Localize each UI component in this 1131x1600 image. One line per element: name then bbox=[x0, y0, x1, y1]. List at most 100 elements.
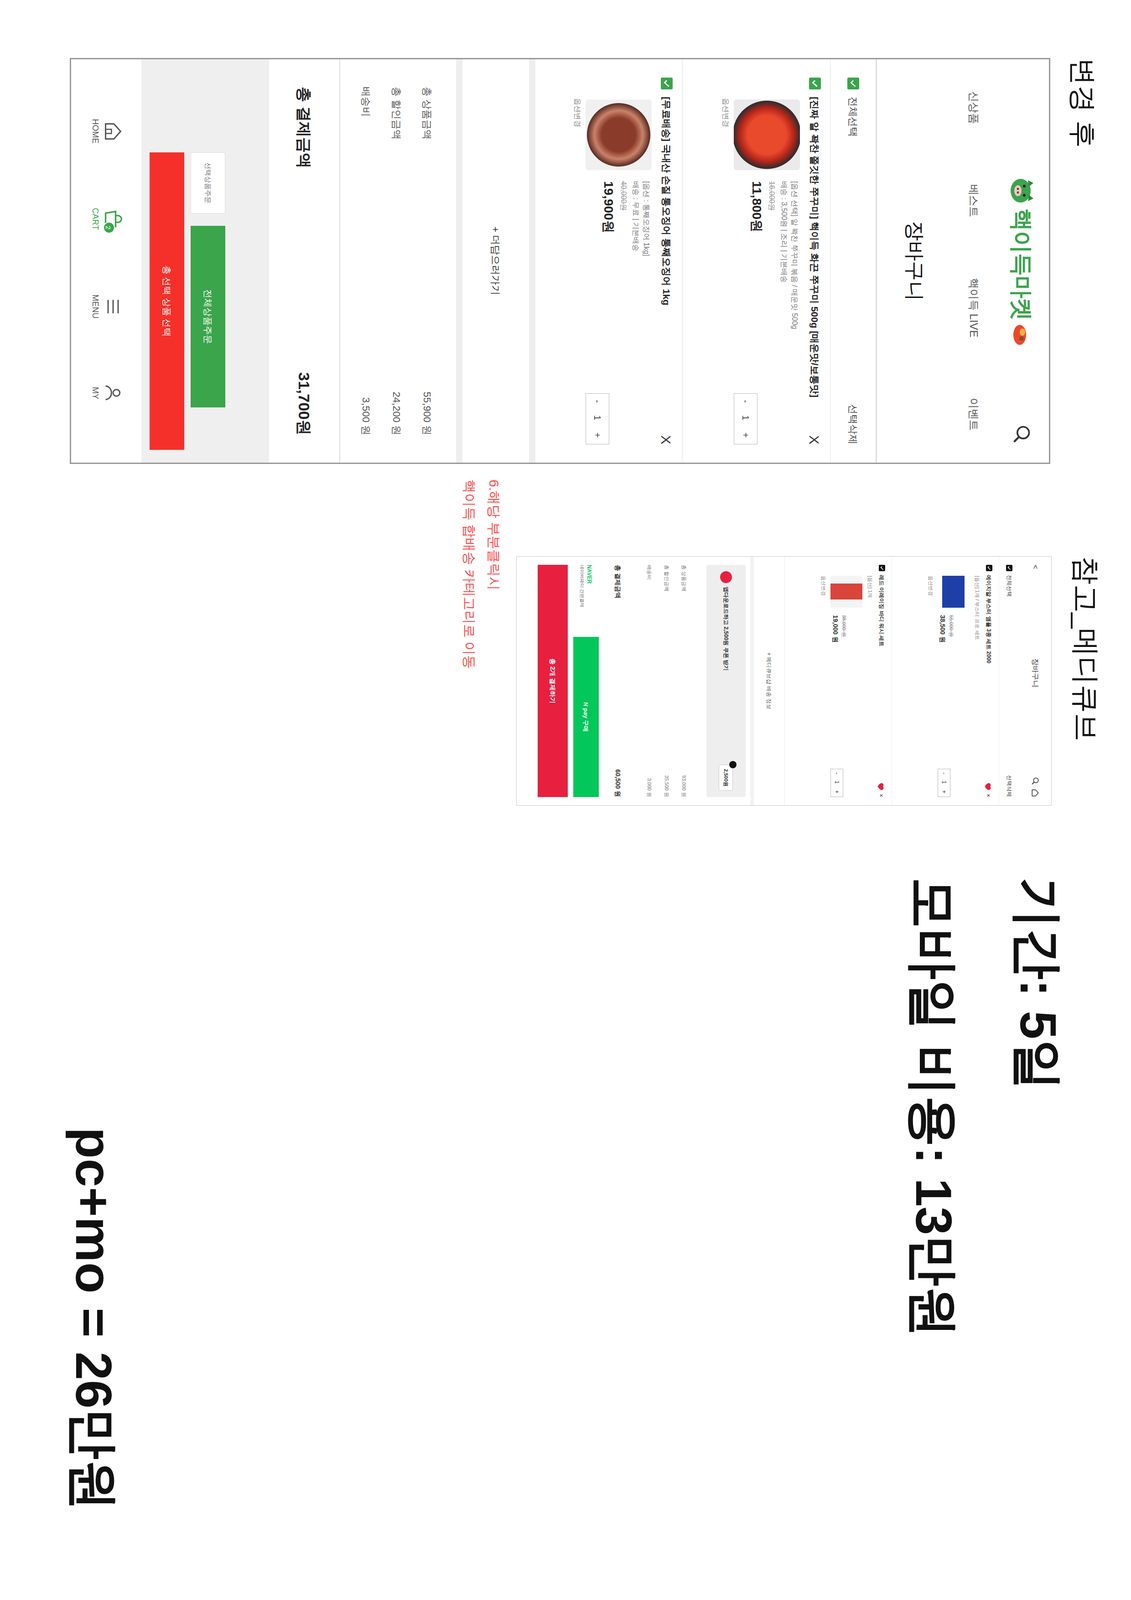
select-all-label[interactable]: 전체선택 bbox=[1005, 574, 1014, 597]
nav-item[interactable]: 신상품 bbox=[965, 91, 982, 125]
item-title: 레드 이레이징 바디 워시 세트 bbox=[877, 574, 885, 779]
change-option-button[interactable]: 옵션변경 bbox=[720, 98, 732, 445]
item-body: [옵션 선택] 알 꽉찬 쭈꾸미 볶음 / 매운맛 500g배송 : 3,500… bbox=[733, 77, 800, 445]
remove-button[interactable]: × bbox=[984, 793, 993, 797]
document-canvas: 변경 후핵이득마켓신상품베스트핵이득 LIVE이벤트장바구니전체선택선택삭제[진… bbox=[0, 0, 1131, 1600]
period-text: 기간: 5일 bbox=[1008, 876, 1068, 1600]
summary-row: 총 상품금액93,000 원 bbox=[675, 564, 693, 797]
tab-label: MY bbox=[89, 386, 102, 400]
summary-row: 배송비3,500 원 bbox=[350, 86, 382, 436]
quantity: 1 bbox=[590, 415, 605, 421]
product-photo bbox=[937, 575, 970, 608]
combined-shipping-button[interactable]: 총 선택 상품 선택 bbox=[149, 152, 185, 450]
nav-item[interactable]: 핵이득 LIVE bbox=[965, 277, 982, 338]
logo[interactable]: 핵이득마켓 bbox=[1004, 176, 1039, 346]
back-button[interactable]: < bbox=[1029, 564, 1041, 569]
checkbox[interactable] bbox=[809, 77, 821, 90]
person-icon bbox=[103, 382, 124, 403]
mobile-cart-mockup: 핵이득마켓신상품베스트핵이득 LIVE이벤트장바구니전체선택선택삭제[진짜 알 … bbox=[69, 57, 1051, 464]
cart-item: 레드 이레이징 바디 워시 세트×[옵션] 1개38,000 원19,000 원… bbox=[784, 556, 892, 805]
mobile-cost-text: 모바일 비용: 13만원 bbox=[903, 876, 963, 1600]
cart-item: [무료배송] 국내산 손질 통오징어 통째오징어 1kg X [옵션 : 통째오징어… bbox=[529, 59, 682, 463]
coupon-amount: 2,500원 bbox=[723, 768, 729, 787]
wish-heart-icon[interactable] bbox=[984, 782, 993, 790]
plus-button[interactable]: + bbox=[939, 789, 949, 794]
checkbox[interactable] bbox=[660, 77, 673, 90]
total-value: 60,500 원 bbox=[612, 768, 623, 797]
tab-label: HOME bbox=[89, 119, 102, 144]
remove-button[interactable]: X bbox=[807, 435, 821, 445]
food-logo-icon bbox=[1012, 323, 1031, 346]
item-head: 레드 이레이징 바디 워시 세트 × bbox=[876, 564, 886, 797]
naver-pay-button[interactable]: N pay 구매 bbox=[573, 636, 599, 797]
tab-label: MENU bbox=[89, 294, 102, 319]
minus-button[interactable]: - bbox=[939, 772, 949, 774]
order-selected-button[interactable]: 선택상품주문 bbox=[190, 152, 226, 214]
change-option-button[interactable]: 옵션변경 bbox=[819, 575, 827, 797]
quantity-stepper: - 1 + bbox=[830, 768, 844, 797]
item-title: [무료배송] 국내산 손질 통오징어 통째오징어 1kg bbox=[659, 96, 673, 425]
item-details: [옵션 : 통째오징어 1kg]배송 : 무료 | 기본배송40,000원19,… bbox=[585, 181, 652, 383]
item-price: 11,800원 bbox=[747, 181, 767, 383]
minus-button[interactable]: - bbox=[590, 399, 605, 403]
delete-selected-button[interactable]: 선택삭제 bbox=[1005, 774, 1014, 797]
coupon-box[interactable]: 앱다운로드하고 2,500원 쿠폰 받기2,500원 bbox=[706, 564, 746, 797]
delete-selected-button[interactable]: 선택삭제 bbox=[845, 404, 862, 445]
item-detail: [옵션 선택] 알 꽉찬 쭈꾸미 볶음 / 매운맛 500g bbox=[789, 181, 800, 383]
checkbox[interactable] bbox=[878, 564, 886, 571]
summary-label: 배송비 bbox=[645, 564, 654, 580]
minus-button[interactable]: - bbox=[738, 399, 753, 403]
wish-heart-icon[interactable] bbox=[876, 782, 886, 790]
naver-note: 네이버페이 간편결제 bbox=[579, 564, 586, 633]
pig-logo-icon bbox=[1008, 176, 1035, 205]
item-body: 38,000 원19,000 원-1+ bbox=[830, 575, 863, 797]
annotation: 6.해당 부분클릭시핵이득 합배송 카테고리로 이동 bbox=[456, 479, 507, 806]
tab-label: CART bbox=[89, 207, 102, 231]
coupon-banner: 앱다운로드하고 2,500원 쿠폰 받기2,500원 bbox=[700, 556, 751, 805]
category-nav: 신상품베스트핵이득 LIVE 이벤트 bbox=[953, 59, 995, 463]
plus-button[interactable]: + bbox=[832, 789, 841, 794]
select-all-row: 전체선택선택삭제 bbox=[998, 556, 1020, 805]
after-column: 변경 후핵이득마켓신상품베스트핵이득 LIVE이벤트장바구니전체선택선택삭제[진… bbox=[0, 57, 1131, 464]
search-icon[interactable] bbox=[1011, 424, 1032, 445]
add-more-button[interactable]: + 더담으러가기 bbox=[456, 59, 530, 463]
badge-dot-icon bbox=[729, 760, 737, 768]
total-label: 총 결제금액 bbox=[612, 564, 623, 599]
checkbox[interactable] bbox=[847, 77, 860, 90]
tab[interactable]: MENU bbox=[89, 294, 124, 319]
shipping-info-button[interactable]: + 메디큐브샵 배송 정보 bbox=[750, 556, 785, 805]
price-summary: 총 상품금액55,900 원총 할인금액24,200 원배송비3,500 원 bbox=[339, 59, 457, 463]
checkbox[interactable] bbox=[1006, 564, 1013, 571]
change-option-button[interactable]: 옵션변경 bbox=[571, 98, 583, 445]
cart-item: [진짜 알 꽉찬 쫄깃한 쭈꾸미] 핵이득 화끈 쭈꾸미 500g [매운맛/보… bbox=[681, 59, 831, 463]
cart-count-badge: 2 bbox=[103, 221, 116, 234]
change-option-button[interactable]: 옵션변경 bbox=[927, 575, 934, 797]
quantity: 1 bbox=[832, 780, 841, 784]
tab[interactable]: HOME bbox=[89, 119, 124, 144]
annotation-line: 6.해당 부분클릭시 bbox=[481, 479, 507, 806]
item-head: 에이지알 부스터 앰플 3종 세트 2000× bbox=[984, 564, 993, 797]
price-summary: 총 상품금액93,000 원총 할인금액35,500 원배송비3,000 원 bbox=[631, 556, 701, 805]
tab[interactable]: MY bbox=[89, 382, 124, 403]
tab[interactable]: CART2 bbox=[89, 207, 124, 231]
original-price: 16,000원 bbox=[766, 181, 778, 383]
home-icon[interactable] bbox=[1031, 788, 1040, 797]
item-title: [진짜 알 꽉찬 쫄깃한 쭈꾸미] 핵이득 화끈 쭈꾸미 500g [매운맛/보… bbox=[808, 96, 821, 425]
plus-button[interactable]: + bbox=[590, 432, 605, 438]
item-price: 19,000 원 bbox=[830, 614, 841, 762]
nav-item[interactable]: 이벤트 bbox=[965, 397, 982, 431]
remove-button[interactable]: × bbox=[876, 793, 886, 797]
search-icon[interactable] bbox=[1031, 776, 1040, 785]
minus-button[interactable]: - bbox=[832, 772, 841, 774]
order-all-button[interactable]: 전체상품주문 bbox=[190, 225, 226, 408]
order-button[interactable]: 총 2개 결제하기 bbox=[537, 564, 568, 797]
item-price: 38,500 원 bbox=[937, 614, 948, 762]
remove-button[interactable]: X bbox=[658, 435, 673, 445]
plus-button[interactable]: + bbox=[738, 432, 753, 438]
summary-row: 총 할인금액24,200 원 bbox=[381, 86, 412, 436]
select-all-label[interactable]: 전체선택 bbox=[845, 96, 862, 137]
nav-item[interactable]: 베스트 bbox=[965, 184, 982, 218]
checkbox[interactable] bbox=[985, 564, 993, 571]
item-detail: 배송 : 3,500원 | 조리 | 기본배송 bbox=[778, 181, 790, 383]
header: 핵이득마켓 bbox=[994, 59, 1049, 463]
